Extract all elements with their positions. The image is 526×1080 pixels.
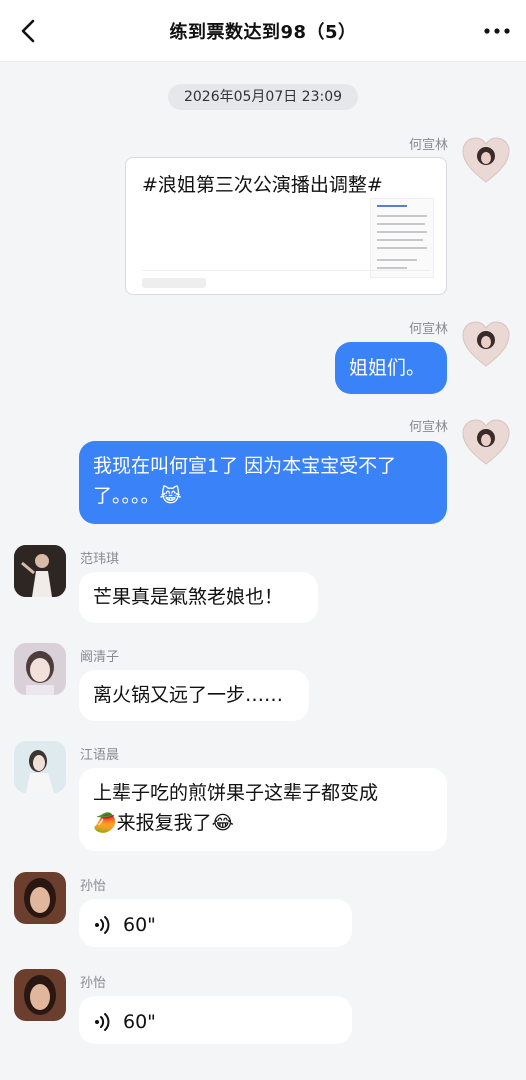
sender-name: 何宣林 — [408, 138, 448, 153]
shared-post-card[interactable]: #浪姐第三次公演播出调整# — [125, 157, 447, 295]
sender-name: 范玮琪 — [80, 552, 120, 567]
card-footer — [142, 278, 206, 288]
sender-name: 阚清子 — [80, 650, 120, 665]
sender-name: 孙怡 — [80, 879, 107, 894]
sender-name: 何宣林 — [408, 322, 448, 337]
message-timestamp: 2026年05月07日 23:09 — [168, 84, 358, 110]
avatar[interactable] — [460, 416, 512, 468]
avatar[interactable] — [14, 741, 66, 793]
more-button[interactable] — [482, 16, 512, 46]
message-text: 姐姐们。 — [349, 357, 426, 379]
more-horizontal-icon — [484, 28, 510, 34]
avatar[interactable] — [14, 545, 66, 597]
message-text: 芒果真是氣煞老娘也！ — [93, 586, 284, 608]
voice-message[interactable]: 60" — [79, 996, 352, 1044]
voice-duration: 60" — [123, 914, 156, 936]
sender-name: 江语晨 — [80, 748, 120, 763]
message-bubble[interactable]: 我现在叫何宣1了 因为本宝宝受不了 了。。。。😹 — [79, 441, 447, 524]
message-bubble[interactable]: 芒果真是氣煞老娘也！ — [79, 572, 318, 623]
chat-title: 练到票数达到98（5） — [169, 22, 357, 43]
sender-name: 孙怡 — [80, 976, 107, 991]
avatar[interactable] — [14, 969, 66, 1021]
voice-wave-icon — [95, 916, 110, 934]
card-divider — [142, 270, 430, 271]
message-text-line: 🥭来报复我了😂 — [93, 812, 234, 834]
chat-header: 练到票数达到98（5） — [0, 0, 526, 62]
sender-name: 何宣林 — [408, 420, 448, 435]
voice-duration: 60" — [123, 1011, 156, 1033]
message-text: 离火锅又远了一步…… — [93, 684, 284, 706]
message-bubble[interactable]: 上辈子吃的煎饼果子这辈子都变成 🥭来报复我了😂 — [79, 768, 447, 851]
card-thumbnail — [370, 198, 434, 278]
voice-message[interactable]: 60" — [79, 899, 352, 947]
voice-wave-icon — [95, 1013, 110, 1031]
message-bubble[interactable]: 姐姐们。 — [335, 342, 447, 394]
card-title: #浪姐第三次公演播出调整# — [142, 174, 383, 196]
message-bubble[interactable]: 离火锅又远了一步…… — [79, 670, 309, 721]
avatar[interactable] — [14, 643, 66, 695]
avatar[interactable] — [460, 134, 512, 186]
avatar[interactable] — [460, 318, 512, 370]
message-text-line: 我现在叫何宣1了 因为本宝宝受不了 — [93, 455, 397, 477]
message-text-line: 上辈子吃的煎饼果子这辈子都变成 — [93, 782, 379, 804]
avatar[interactable] — [14, 872, 66, 924]
message-text-line: 了。。。。😹 — [93, 485, 182, 507]
